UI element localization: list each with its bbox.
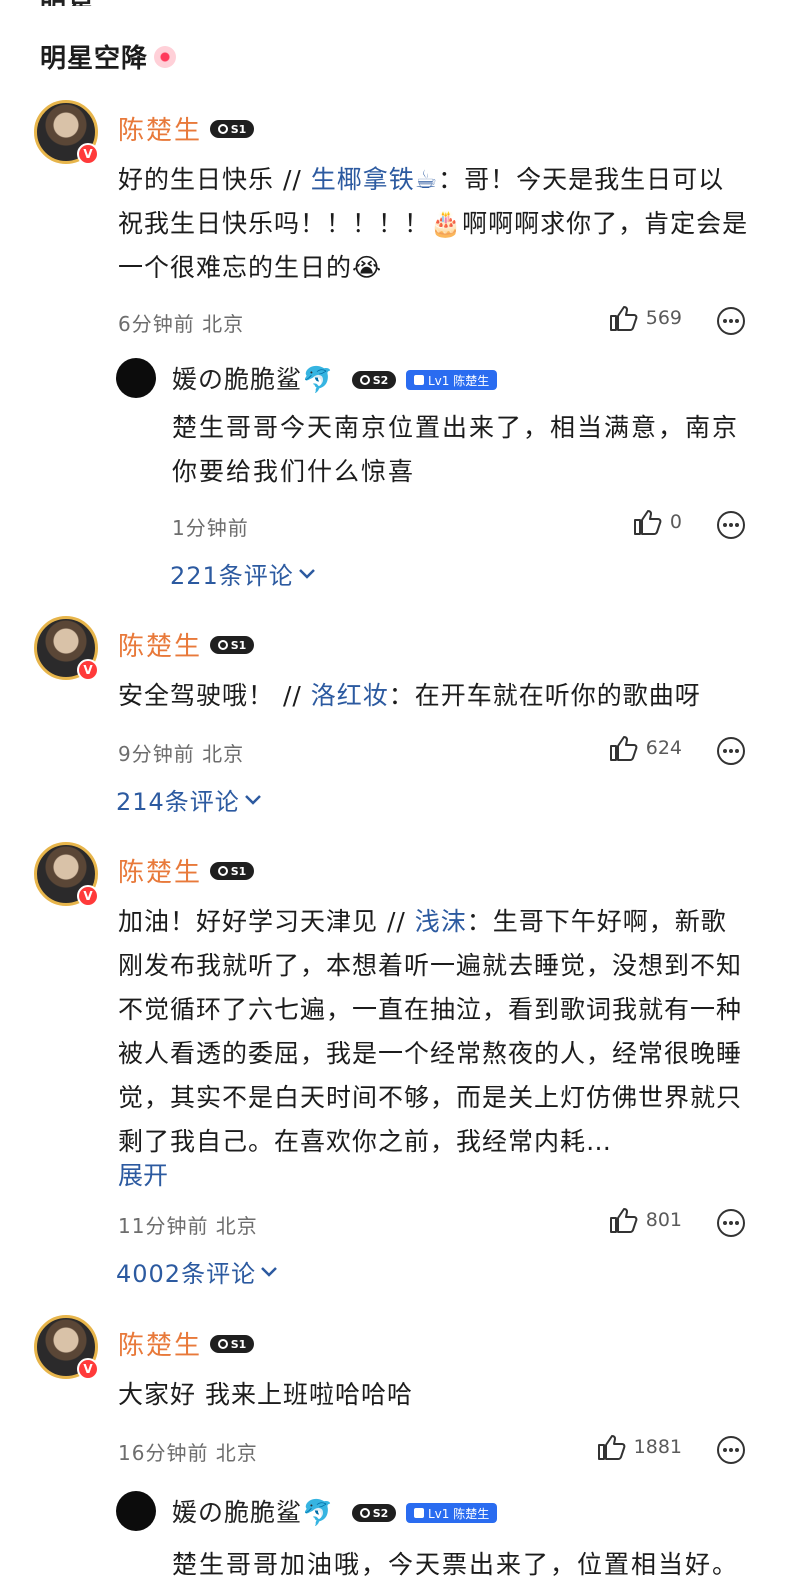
avatar[interactable]: V bbox=[34, 100, 99, 165]
view-replies-link[interactable]: 4002条评论 bbox=[116, 1254, 278, 1289]
like-button[interactable]: 624 bbox=[608, 734, 682, 762]
username[interactable]: 陈楚生 bbox=[118, 110, 202, 147]
like-count: 1881 bbox=[633, 1436, 682, 1458]
comment-text: 好的生日快乐 // 生椰拿铁☕：哥！今天是我生日可以祝我生日快乐吗！！！！！🎂啊… bbox=[118, 165, 749, 282]
avatar[interactable]: V bbox=[34, 842, 99, 907]
like-count: 624 bbox=[645, 737, 682, 759]
thumbs-up-icon bbox=[633, 510, 662, 535]
chevron-down-icon bbox=[244, 794, 261, 805]
level-badge: S1 bbox=[210, 636, 254, 654]
verified-icon: V bbox=[77, 885, 99, 907]
username[interactable]: 陈楚生 bbox=[118, 1325, 202, 1362]
reply-username[interactable]: 媛の脆脆鲨🐬 bbox=[172, 1493, 334, 1529]
reply-text: 楚生哥哥今天南京位置出来了，相当满意，南京你要给我们什么惊喜 bbox=[172, 413, 740, 486]
thumbs-up-icon bbox=[597, 1435, 626, 1460]
more-options-icon[interactable] bbox=[716, 510, 746, 540]
avatar[interactable]: V bbox=[34, 1315, 99, 1380]
time-location: 9分钟前 北京 bbox=[118, 742, 245, 766]
username[interactable]: 陈楚生 bbox=[118, 852, 202, 889]
more-options-icon[interactable] bbox=[716, 1435, 746, 1465]
reply-time: 1分钟前 bbox=[172, 516, 249, 540]
view-replies-link[interactable]: 221条评论 bbox=[170, 556, 316, 591]
comment-item: V 陈楚生 S1 大家好 我来上班啦哈哈哈 16分钟前 北京 1881 媛の脆脆… bbox=[0, 1315, 800, 1587]
section-title: 明星空降 bbox=[40, 38, 177, 75]
thumbs-up-icon bbox=[609, 306, 638, 331]
live-dot-icon bbox=[154, 45, 177, 68]
more-options-icon[interactable] bbox=[716, 736, 746, 766]
time-location: 16分钟前 北京 bbox=[118, 1441, 258, 1465]
comment-text: 加油！好好学习天津见 // 浅沫：生哥下午好啊，新歌刚发布我就听了，本想着听一遍… bbox=[118, 907, 743, 1156]
reply-text: 楚生哥哥加油哦，今天票出来了，位置相当好。 bbox=[172, 1550, 740, 1579]
section-title-text: 明星空降 bbox=[40, 44, 149, 74]
avatar[interactable]: V bbox=[34, 616, 99, 681]
reply-avatar[interactable] bbox=[116, 358, 156, 398]
fan-badge[interactable]: Lv1 陈楚生 bbox=[406, 370, 498, 390]
reply-like-button[interactable]: 0 bbox=[632, 508, 682, 536]
time-location: 6分钟前 北京 bbox=[118, 312, 245, 336]
like-count: 801 bbox=[645, 1209, 682, 1231]
verified-icon: V bbox=[77, 1358, 99, 1380]
cut-off-heading: 明星 bbox=[40, 0, 130, 6]
like-button[interactable]: 1881 bbox=[596, 1433, 682, 1461]
expand-button[interactable]: 展开 bbox=[118, 1156, 168, 1192]
level-badge: S1 bbox=[210, 862, 254, 880]
thumbs-up-icon bbox=[609, 1208, 638, 1233]
comment-item: V 陈楚生 S1 加油！好好学习天津见 // 浅沫：生哥下午好啊，新歌刚发布我就… bbox=[0, 842, 800, 1292]
like-count: 569 bbox=[645, 307, 682, 329]
comment-item: V 陈楚生 S1 安全驾驶哦！ // 洛红妆：在开车就在听你的歌曲呀 9分钟前 … bbox=[0, 616, 800, 816]
comment-text: 大家好 我来上班啦哈哈哈 bbox=[118, 1380, 413, 1409]
time-location: 11分钟前 北京 bbox=[118, 1214, 258, 1238]
like-count: 0 bbox=[669, 511, 682, 533]
chevron-down-icon bbox=[261, 1266, 277, 1277]
like-button[interactable]: 569 bbox=[608, 304, 682, 332]
quoted-user-link[interactable]: 洛红妆 bbox=[311, 681, 389, 710]
level-badge: S1 bbox=[210, 1335, 254, 1353]
verified-icon: V bbox=[77, 143, 99, 165]
fan-badge[interactable]: Lv1 陈楚生 bbox=[406, 1503, 498, 1523]
quoted-user-link[interactable]: 生椰拿铁☕ bbox=[311, 165, 438, 194]
view-replies-link[interactable]: 214条评论 bbox=[116, 782, 262, 817]
chevron-down-icon bbox=[298, 568, 315, 579]
more-options-icon[interactable] bbox=[716, 306, 746, 336]
thumbs-up-icon bbox=[609, 736, 638, 761]
quoted-user-link[interactable]: 浅沫 bbox=[415, 907, 467, 936]
like-button[interactable]: 801 bbox=[608, 1206, 682, 1234]
username[interactable]: 陈楚生 bbox=[118, 626, 202, 663]
comment-item: V 陈楚生 S1 好的生日快乐 // 生椰拿铁☕：哥！今天是我生日可以祝我生日快… bbox=[0, 100, 800, 600]
verified-icon: V bbox=[77, 659, 99, 681]
more-options-icon[interactable] bbox=[716, 1208, 746, 1238]
reply-username[interactable]: 媛の脆脆鲨🐬 bbox=[172, 360, 334, 396]
reply-avatar[interactable] bbox=[116, 1491, 156, 1531]
reply-level-badge: S2 bbox=[352, 1504, 396, 1522]
level-badge: S1 bbox=[210, 120, 254, 138]
reply-level-badge: S2 bbox=[352, 371, 396, 389]
comment-text: 安全驾驶哦！ // 洛红妆：在开车就在听你的歌曲呀 bbox=[118, 681, 701, 710]
